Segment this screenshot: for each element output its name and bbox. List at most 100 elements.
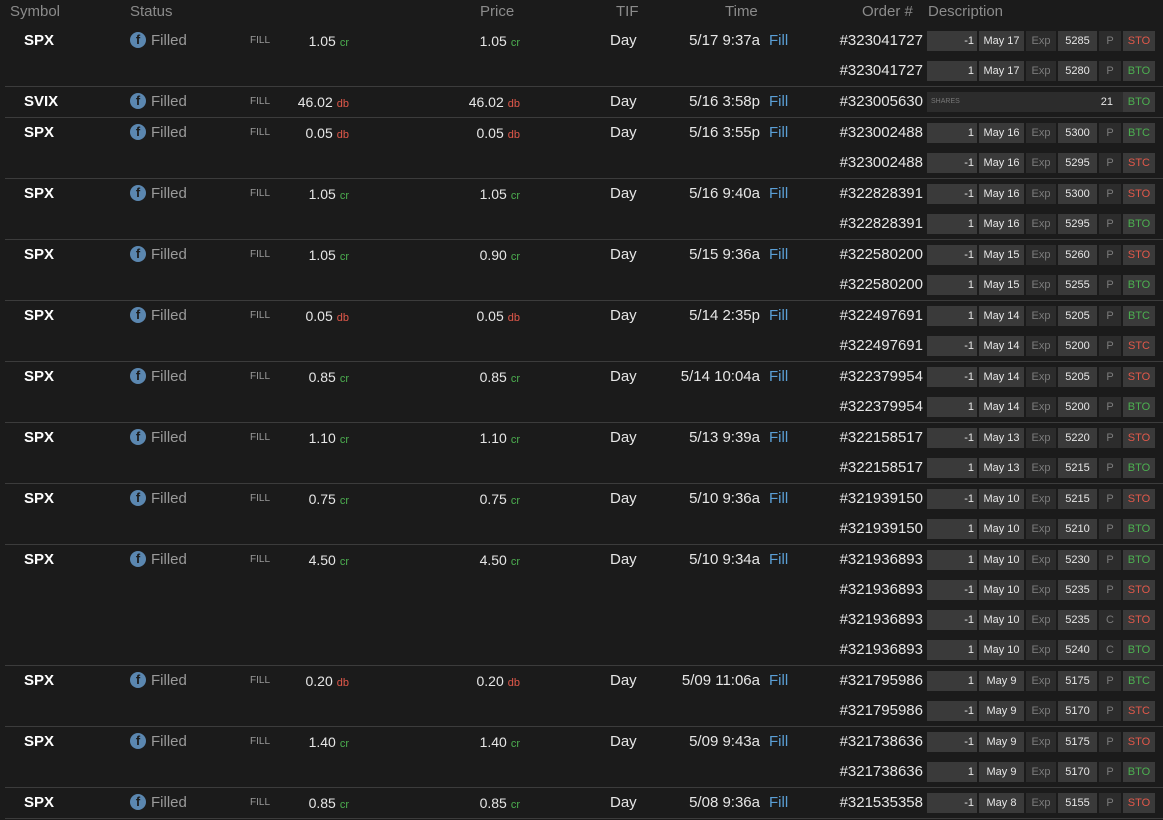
fill-link[interactable]: Fill (769, 545, 788, 575)
order-group[interactable]: SPX f Filled FILL 0.85 cr 0.85 cr Day 5/14 10:04a… (5, 362, 1163, 423)
header-description[interactable]: Description (928, 3, 1003, 20)
order-row[interactable]: #321939150 1 May 10 Exp 5210 P BTO (5, 514, 1163, 544)
header-status[interactable]: Status (130, 3, 173, 20)
order-group[interactable]: SPX f Filled FILL 0.20 db 0.20 db Day 5/09 11:06a… (5, 666, 1163, 727)
leg-quantity: 1 (927, 550, 977, 570)
fill-link[interactable]: Fill (769, 179, 788, 209)
header-symbol[interactable]: Symbol (10, 3, 60, 20)
symbol-cell[interactable]: SPX (24, 118, 54, 148)
order-row[interactable]: #323002488 -1 May 16 Exp 5295 P STC (5, 148, 1163, 178)
order-row[interactable]: #321795986 -1 May 9 Exp 5170 P STC (5, 696, 1163, 726)
symbol-cell[interactable]: SPX (24, 727, 54, 757)
fill-link[interactable]: Fill (769, 26, 788, 56)
fill-link[interactable]: Fill (769, 240, 788, 270)
leg-strike: 5155 (1058, 793, 1097, 813)
order-row[interactable]: SPX f Filled FILL 0.85 cr 0.85 cr Day 5/14 10:04a… (5, 362, 1163, 392)
leg-exp-label: Exp (1026, 550, 1056, 570)
symbol-cell[interactable]: SVIX (24, 87, 58, 117)
order-row[interactable]: #321936893 1 May 10 Exp 5240 C BTO (5, 635, 1163, 665)
order-row[interactable]: SPX f Filled FILL 1.05 cr 1.05 cr Day 5/16 9:40a F… (5, 179, 1163, 209)
description-legs: SHARES 21 BTO (927, 92, 1155, 112)
symbol-cell[interactable]: SPX (24, 666, 54, 696)
header-order[interactable]: Order # (862, 3, 913, 20)
fill-link[interactable]: Fill (769, 666, 788, 696)
order-group[interactable]: SPX f Filled FILL 1.05 cr 0.90 cr Day 5/15 9:36a F… (5, 240, 1163, 301)
fill-price: 1.05 cr (309, 240, 349, 270)
leg-expiration: May 13 (979, 458, 1024, 478)
symbol-cell[interactable]: SPX (24, 362, 54, 392)
tif-cell: Day (610, 124, 637, 141)
leg-option-type: P (1099, 184, 1121, 204)
fill-link[interactable]: Fill (769, 301, 788, 331)
order-group[interactable]: SPX f Filled FILL 4.50 cr 4.50 cr Day 5/10 9:34a F… (5, 545, 1163, 666)
order-group[interactable]: SPX f Filled FILL 1.05 cr 1.05 cr Day 5/16 9:40a F… (5, 179, 1163, 240)
order-row[interactable]: #322580200 1 May 15 Exp 5255 P BTO (5, 270, 1163, 300)
fill-tag: FILL (250, 249, 271, 260)
symbol-cell[interactable]: SPX (24, 240, 54, 270)
header-tif[interactable]: TIF (616, 3, 639, 20)
order-row[interactable]: #323041727 1 May 17 Exp 5280 P BTO (5, 56, 1163, 86)
fill-link[interactable]: Fill (769, 118, 788, 148)
fill-link[interactable]: Fill (769, 484, 788, 514)
order-row[interactable]: SPX f Filled FILL 1.10 cr 1.10 cr Day 5/13 9:39a F… (5, 423, 1163, 453)
order-group[interactable]: SPX f Filled FILL 0.05 db 0.05 db Day 5/16 3:55p F… (5, 118, 1163, 179)
fill-link[interactable]: Fill (769, 362, 788, 392)
symbol-cell[interactable]: SPX (24, 484, 54, 514)
time-cell: 5/08 9:36a (689, 794, 760, 811)
order-group[interactable]: SPX f Filled FILL 0.05 db 0.05 db Day 5/14 2:35p F… (5, 301, 1163, 362)
header-time[interactable]: Time (725, 3, 758, 20)
order-number: #322497691 (839, 307, 923, 324)
order-row[interactable]: SPX f Filled FILL 0.05 db 0.05 db Day 5/14 2:35p F… (5, 301, 1163, 331)
order-row[interactable]: SPX f Filled FILL 0.85 cr 0.85 cr Day 5/08 9:36a F… (5, 788, 1163, 818)
order-group[interactable]: SPX f Filled FILL 1.10 cr 1.10 cr Day 5/13 9:39a F… (5, 423, 1163, 484)
order-row[interactable]: #322158517 1 May 13 Exp 5215 P BTO (5, 453, 1163, 483)
order-row[interactable]: #321738636 1 May 9 Exp 5170 P BTO (5, 757, 1163, 787)
symbol-cell[interactable]: SPX (24, 26, 54, 56)
symbol-cell[interactable]: SPX (24, 423, 54, 453)
fill-link[interactable]: Fill (769, 423, 788, 453)
leg-strike: 5220 (1058, 428, 1097, 448)
symbol-cell[interactable]: SPX (24, 545, 54, 575)
fill-link[interactable]: Fill (769, 727, 788, 757)
fill-link[interactable]: Fill (769, 788, 788, 818)
order-row[interactable]: #322828391 1 May 16 Exp 5295 P BTO (5, 209, 1163, 239)
fill-link[interactable]: Fill (769, 87, 788, 117)
status-label: Filled (151, 124, 187, 141)
fill-tag: FILL (250, 493, 271, 504)
order-group[interactable]: SPX f Filled FILL 1.05 cr 1.05 cr Day 5/17 9:37a F… (5, 26, 1163, 87)
order-row[interactable]: SPX f Filled FILL 1.05 cr 0.90 cr Day 5/15 9:36a F… (5, 240, 1163, 270)
description-legs: -1 May 9 Exp 5170 P STC (927, 701, 1155, 721)
order-group[interactable]: SPX f Filled FILL 0.75 cr 0.75 cr Day 5/10 9:36a F… (5, 484, 1163, 545)
order-number: #323002488 (839, 124, 923, 141)
order-row[interactable]: SPX f Filled FILL 0.75 cr 0.75 cr Day 5/10 9:36a F… (5, 484, 1163, 514)
order-row[interactable]: #322379954 1 May 14 Exp 5200 P BTO (5, 392, 1163, 422)
symbol-cell[interactable]: SPX (24, 788, 54, 818)
leg-exp-label: Exp (1026, 519, 1056, 539)
order-row[interactable]: SPX f Filled FILL 1.40 cr 1.40 cr Day 5/09 9:43a F… (5, 727, 1163, 757)
order-price: 0.85 cr (480, 788, 520, 818)
order-row[interactable]: #321936893 -1 May 10 Exp 5235 P STO (5, 575, 1163, 605)
leg-expiration: May 16 (979, 123, 1024, 143)
leg-expiration: May 10 (979, 519, 1024, 539)
fill-tag: FILL (250, 432, 271, 443)
order-row[interactable]: SPX f Filled FILL 1.05 cr 1.05 cr Day 5/17 9:37a F… (5, 26, 1163, 56)
order-row[interactable]: SVIX f Filled FILL 46.02 db 46.02 db Day 5/16 3:5… (5, 87, 1163, 117)
status-label: Filled (151, 429, 187, 446)
order-group[interactable]: SPX f Filled FILL 0.85 cr 0.85 cr Day 5/08 9:36a F… (5, 788, 1163, 819)
header-price[interactable]: Price (480, 3, 514, 20)
order-row[interactable]: SPX f Filled FILL 0.05 db 0.05 db Day 5/16 3:55p F… (5, 118, 1163, 148)
symbol-cell[interactable]: SPX (24, 301, 54, 331)
order-row[interactable]: SPX f Filled FILL 0.20 db 0.20 db Day 5/09 11:06a… (5, 666, 1163, 696)
order-group[interactable]: SVIX f Filled FILL 46.02 db 46.02 db Day 5/16 3:5… (5, 87, 1163, 118)
symbol-cell[interactable]: SPX (24, 179, 54, 209)
order-price: 0.75 cr (480, 484, 520, 514)
order-group[interactable]: SPX f Filled FILL 1.40 cr 1.40 cr Day 5/09 9:43a F… (5, 727, 1163, 788)
description-legs: 1 May 16 Exp 5300 P BTC (927, 123, 1155, 143)
order-row[interactable]: #322497691 -1 May 14 Exp 5200 P STC (5, 331, 1163, 361)
leg-expiration: May 17 (979, 61, 1024, 81)
tif-cell: Day (610, 93, 637, 110)
order-row[interactable]: #321936893 -1 May 10 Exp 5235 C STO (5, 605, 1163, 635)
order-row[interactable]: SPX f Filled FILL 4.50 cr 4.50 cr Day 5/10 9:34a F… (5, 545, 1163, 575)
order-number: #321939150 (839, 490, 923, 507)
leg-quantity: -1 (927, 610, 977, 630)
